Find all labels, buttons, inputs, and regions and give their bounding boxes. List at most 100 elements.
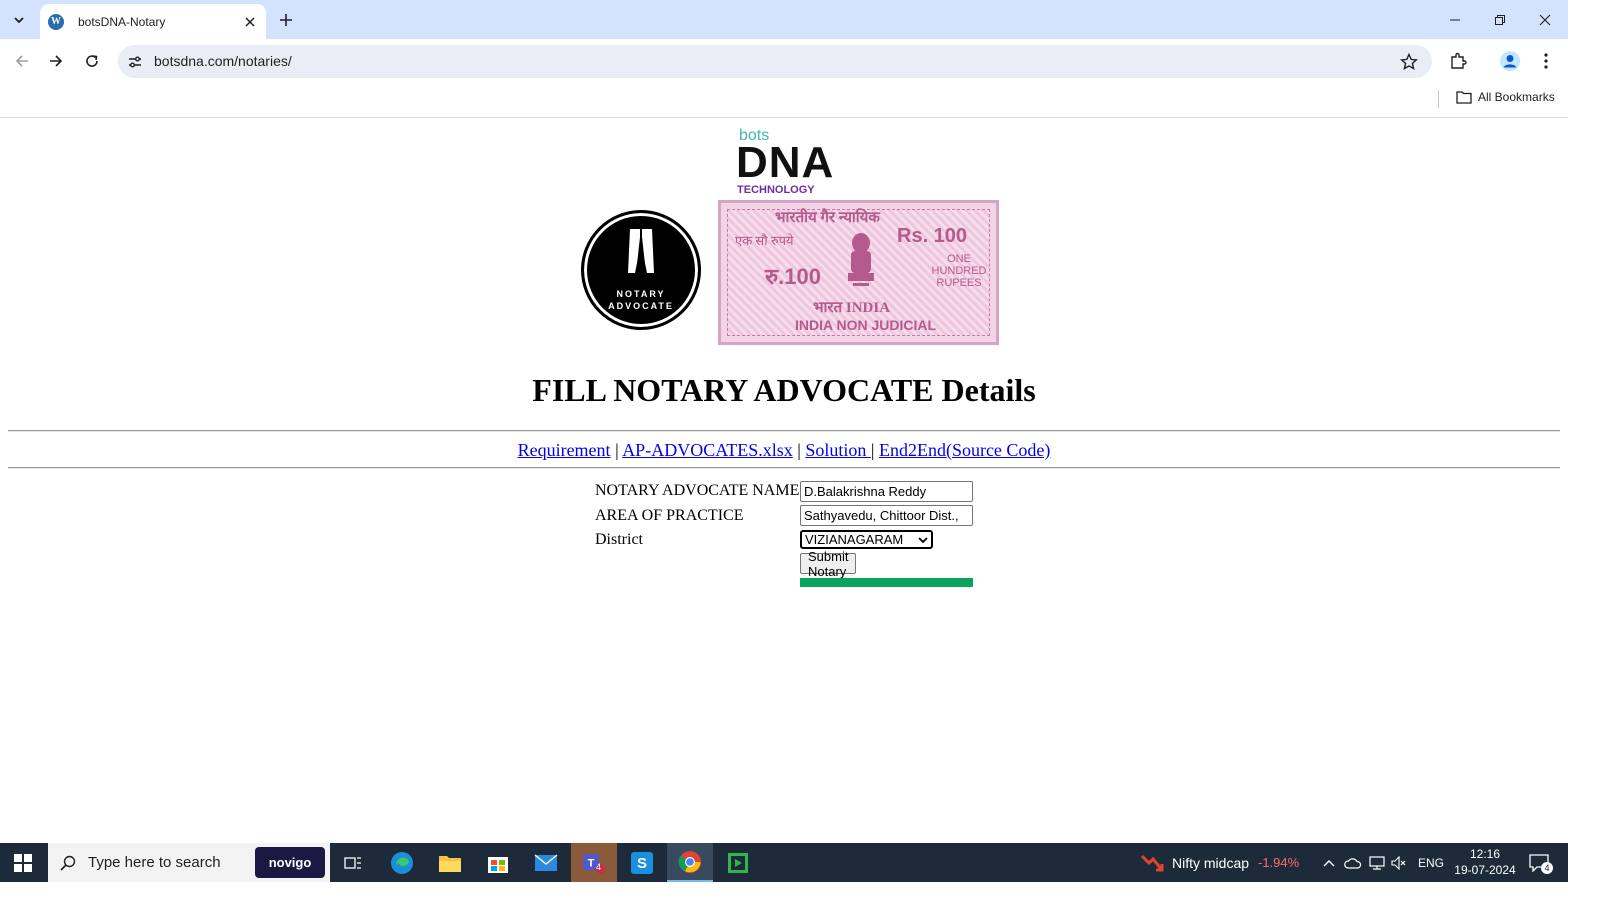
play-box-icon — [728, 852, 748, 873]
name-label: NOTARY ADVOCATE NAME — [595, 482, 800, 499]
s-app-button[interactable]: S — [619, 843, 665, 882]
minimize-button[interactable] — [1432, 0, 1478, 39]
bookmarks-divider — [1438, 90, 1439, 108]
plus-icon — [280, 14, 292, 26]
notary-advocate-badge: NOTARY ADVOCATE — [581, 210, 701, 330]
tab-close-button[interactable] — [240, 12, 260, 32]
teams-app-button[interactable]: T 4 — [571, 843, 617, 882]
divider-bottom — [8, 467, 1560, 469]
clock[interactable]: 12:16 19-07-2024 — [1448, 846, 1522, 878]
search-placeholder: Type here to search — [88, 854, 221, 871]
restore-icon — [1495, 14, 1505, 25]
profile-button[interactable] — [1496, 47, 1524, 75]
stamp-paper-image: भारतीय गैर न्यायिक एक सौ रुपये Rs. 100 र… — [718, 200, 999, 345]
notification-count: 4 — [1541, 862, 1553, 874]
back-button[interactable] — [8, 47, 36, 75]
bookmark-star-button[interactable] — [1398, 51, 1420, 73]
web-page: bots DNA TECHNOLOGY NOTARY ADVOCATE भारत… — [0, 118, 1568, 843]
solution-link[interactable]: Solution — [805, 440, 871, 460]
end2end-source-code-link[interactable]: End2End(Source Code) — [879, 440, 1050, 460]
chrome-icon — [678, 850, 701, 873]
stamp-non-judicial-text: INDIA NON JUDICIAL — [795, 317, 937, 333]
ticker-name[interactable]: Nifty midcap — [1172, 843, 1249, 882]
link-separator: | — [870, 440, 875, 460]
tab-bar: W botsDNA-Notary — [0, 0, 1568, 39]
forward-button[interactable] — [42, 47, 70, 75]
botsdna-logo[interactable]: bots DNA TECHNOLOGY — [736, 126, 836, 196]
teams-badge-count: 4 — [596, 862, 602, 872]
url-text[interactable]: botsdna.com/notaries/ — [154, 53, 292, 69]
stocks-widget-icon[interactable] — [1138, 843, 1166, 882]
task-view-button[interactable] — [330, 843, 376, 882]
page-title: FILL NOTARY ADVOCATE Details — [532, 372, 1036, 408]
browser-tab[interactable]: W botsDNA-Notary — [40, 4, 266, 39]
district-select[interactable]: VIZIANAGARAM — [800, 530, 933, 549]
site-info-icon[interactable] — [124, 51, 146, 73]
menu-button[interactable] — [1532, 47, 1560, 75]
tab-title: botsDNA-Notary — [78, 14, 166, 29]
reload-icon — [86, 55, 98, 67]
submit-progress-bar — [800, 578, 973, 587]
search-icon — [60, 855, 76, 871]
stamp-hindi-top: भारतीय गैर न्यायिक — [775, 210, 880, 226]
edge-app-button[interactable] — [379, 843, 425, 882]
star-icon — [1400, 53, 1418, 71]
logo-technology-text: TECHNOLOGY — [737, 184, 815, 196]
new-tab-button[interactable] — [274, 8, 298, 32]
stamp-hindi-left: एक सौ रुपये — [735, 233, 794, 248]
chevron-up-icon — [1323, 859, 1335, 866]
all-bookmarks-button[interactable]: All Bookmarks — [1456, 90, 1555, 104]
clock-date: 19-07-2024 — [1454, 863, 1516, 877]
folder-icon — [439, 855, 461, 872]
s-app-icon: S — [631, 851, 653, 874]
window-close-button[interactable] — [1522, 0, 1568, 39]
minimize-icon — [1450, 19, 1460, 20]
link-separator: | — [615, 440, 619, 460]
submit-notary-button[interactable]: Submit Notary — [800, 549, 857, 579]
extensions-button[interactable] — [1444, 47, 1472, 75]
language-indicator[interactable]: ENG — [1418, 843, 1444, 882]
area-of-practice-input[interactable]: Sathyavedu, Chittoor Dist., — [800, 505, 973, 526]
store-icon — [488, 856, 508, 873]
notifications-button[interactable]: 4 — [1524, 843, 1554, 882]
start-button[interactable] — [0, 843, 46, 882]
area-label: AREA OF PRACTICE — [595, 507, 744, 524]
logo-dna-text: DNA — [736, 138, 835, 187]
volume-muted-icon[interactable] — [1388, 843, 1410, 882]
kebab-menu-icon — [1544, 53, 1548, 69]
store-app-button[interactable] — [475, 843, 521, 882]
badge-line2: ADVOCATE — [608, 301, 674, 311]
requirement-link[interactable]: Requirement — [518, 440, 611, 460]
task-view-icon — [344, 856, 361, 869]
file-explorer-button[interactable] — [427, 843, 473, 882]
close-icon — [1539, 14, 1551, 25]
reload-button[interactable] — [78, 47, 106, 75]
ap-advocates-xlsx-link[interactable]: AP-ADVOCATES.xlsx — [622, 440, 793, 460]
mail-app-button[interactable] — [523, 843, 569, 882]
national-emblem-icon — [848, 233, 874, 286]
mail-icon — [534, 853, 558, 871]
folder-icon — [1456, 91, 1472, 104]
stamp-india-text: भारत INDIA — [813, 300, 891, 316]
chrome-app-button[interactable] — [667, 843, 713, 882]
show-hidden-icons-button[interactable] — [1318, 843, 1340, 882]
bookmarks-bar: All Bookmarks — [0, 84, 1568, 118]
teams-icon: T — [583, 853, 606, 874]
network-icon[interactable] — [1366, 843, 1388, 882]
media-app-button[interactable] — [715, 843, 761, 882]
divider-top — [8, 430, 1560, 432]
tab-search-button[interactable] — [6, 7, 32, 33]
address-bar[interactable]: botsdna.com/notaries/ — [118, 45, 1432, 78]
progress-fill — [800, 578, 973, 587]
stamp-ru-value: रु.100 — [765, 264, 821, 289]
advocate-bands-icon — [628, 229, 654, 273]
novigo-app-button[interactable]: novigo — [255, 847, 325, 878]
avatar-icon — [1500, 51, 1520, 71]
onedrive-icon[interactable] — [1342, 843, 1364, 882]
notary-name-input[interactable]: D.Balakrishna Reddy — [800, 481, 973, 502]
restore-button[interactable] — [1477, 0, 1523, 39]
district-label: District — [595, 531, 643, 548]
browser-toolbar: botsdna.com/notaries/ — [0, 39, 1568, 84]
all-bookmarks-label: All Bookmarks — [1478, 90, 1555, 104]
windows-logo-icon — [14, 853, 32, 872]
